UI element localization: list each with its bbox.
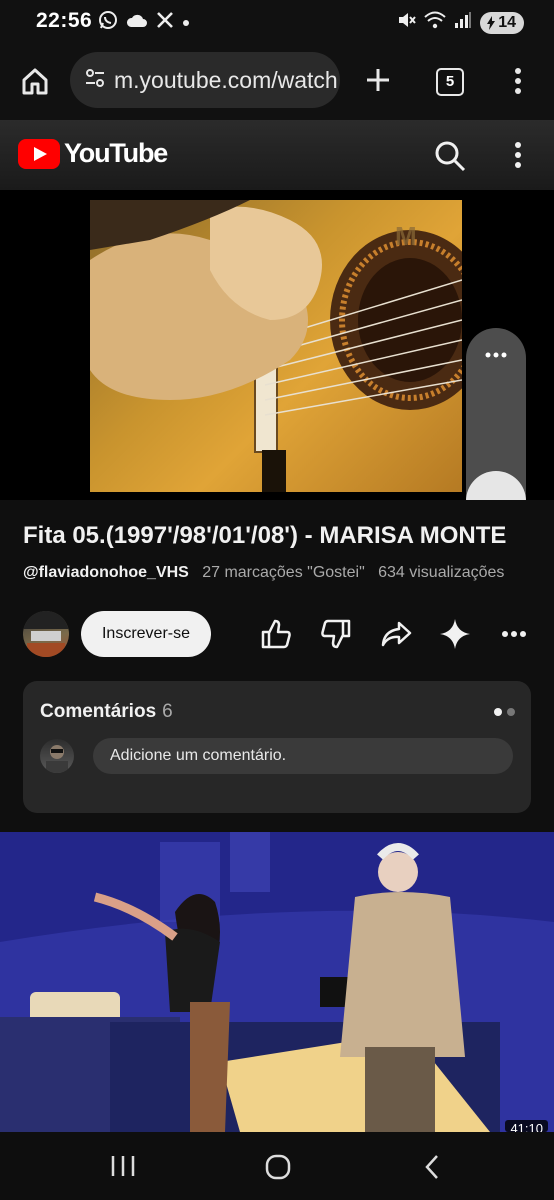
comments-panel[interactable]: Comentários 6 Adicione um comentário. (23, 681, 531, 813)
subscribe-button[interactable]: Inscrever-se (81, 611, 211, 657)
user-avatar (40, 739, 74, 773)
video-duration: 41:10 (505, 1120, 548, 1132)
svg-text:M: M (395, 221, 417, 251)
like-count: 27 marcações "Gostei" (202, 564, 365, 581)
address-bar[interactable]: m.youtube.com/watch (70, 52, 340, 108)
mute-icon (396, 10, 416, 35)
status-right-icons: 14 (396, 10, 524, 35)
tab-switcher-button[interactable]: 5 (436, 68, 464, 96)
status-left-icons (98, 10, 190, 35)
x-icon (156, 11, 174, 34)
youtube-header: YouTube (0, 120, 554, 190)
whatsapp-icon (98, 10, 118, 35)
cloud-icon (126, 12, 148, 33)
dot-icon (182, 14, 190, 32)
comments-label: Comentários (40, 701, 157, 722)
youtube-brand: YouTube (64, 138, 168, 168)
volume-more-icon[interactable] (484, 346, 508, 364)
search-icon[interactable] (434, 140, 466, 177)
add-comment-input[interactable]: Adicione um comentário. (93, 738, 513, 774)
status-time: 22:56 (36, 9, 93, 32)
share-icon[interactable] (376, 614, 416, 654)
back-icon[interactable] (422, 1153, 442, 1186)
battery-icon (487, 15, 496, 30)
signal-icon (454, 11, 472, 34)
system-navigation-bar (0, 1132, 554, 1200)
channel-avatar[interactable] (23, 611, 69, 657)
view-count: 634 visualizações (378, 564, 505, 581)
wifi-icon (424, 10, 446, 35)
home-icon[interactable] (20, 66, 50, 101)
browser-toolbar: m.youtube.com/watch 5 (0, 44, 554, 120)
dislike-icon[interactable] (316, 614, 356, 654)
recent-apps-icon[interactable] (110, 1154, 136, 1183)
like-icon[interactable] (256, 614, 296, 654)
battery-level: 14 (498, 13, 516, 31)
channel-handle[interactable]: @flaviadonohoe_VHS (23, 564, 189, 581)
comments-pager (494, 708, 515, 716)
comments-header: Comentários 6 (40, 701, 173, 723)
site-settings-icon[interactable] (84, 67, 106, 94)
video-frame[interactable]: M (90, 200, 462, 492)
more-actions-icon[interactable] (494, 614, 534, 654)
video-meta: @flaviadonohoe_VHS 27 marcações "Gostei"… (23, 564, 504, 582)
battery-indicator: 14 (480, 11, 524, 34)
home-button-icon[interactable] (264, 1153, 292, 1186)
browser-menu-icon[interactable] (508, 66, 528, 101)
status-bar: 22:56 14 (0, 0, 554, 44)
sparkle-icon[interactable] (435, 614, 475, 654)
youtube-play-logo-icon (18, 138, 60, 169)
video-title[interactable]: Fita 05.(1997'/98'/01'/08') - MARISA MON… (23, 522, 506, 550)
new-tab-icon[interactable] (364, 66, 392, 99)
video-info: Fita 05.(1997'/98'/01'/08') - MARISA MON… (0, 500, 554, 830)
youtube-logo[interactable]: YouTube (18, 138, 168, 169)
url-text[interactable]: m.youtube.com/watch (114, 67, 338, 94)
next-video-thumbnail[interactable]: 41:10 (0, 832, 554, 1132)
youtube-menu-icon[interactable] (508, 140, 528, 175)
comments-count: 6 (162, 701, 173, 722)
